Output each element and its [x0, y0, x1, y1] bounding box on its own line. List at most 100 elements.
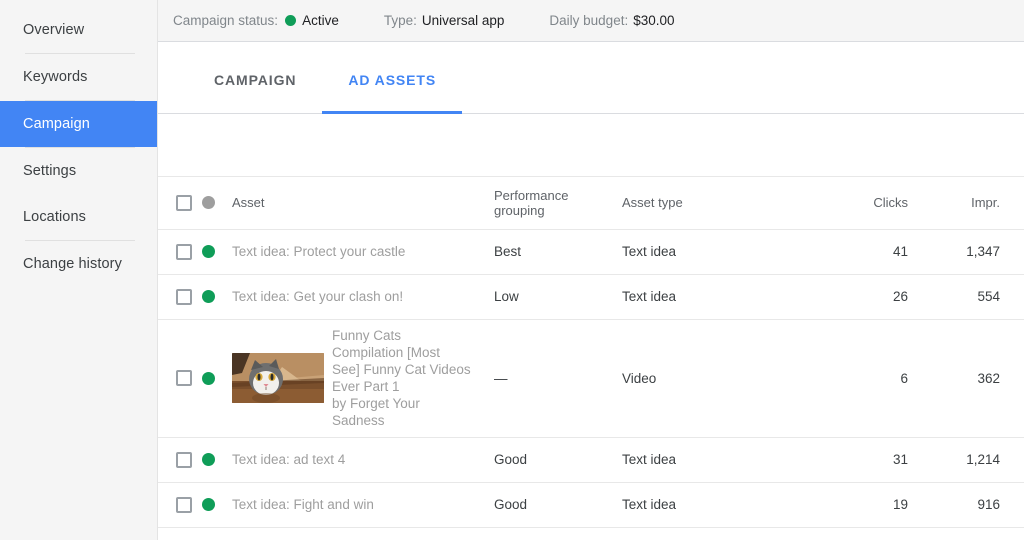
- status-column-header: [202, 177, 232, 229]
- row-checkbox[interactable]: [176, 289, 192, 305]
- daily-budget-value: $30.00: [633, 13, 674, 28]
- sidebar-item-campaign[interactable]: Campaign: [0, 101, 157, 147]
- status-active-dot-icon: [285, 15, 296, 26]
- sidebar-item-label: Locations: [23, 209, 86, 225]
- cell-asset-type: Text idea: [622, 229, 808, 274]
- status-enabled-dot-icon: [202, 245, 215, 258]
- campaign-status-value: Active: [302, 13, 339, 28]
- campaign-type-value: Universal app: [422, 13, 505, 28]
- column-header-line1: Performance: [494, 188, 622, 203]
- column-header-performance-grouping[interactable]: Performance grouping: [494, 177, 622, 229]
- table-toolbar-band: [158, 114, 1024, 177]
- table-row[interactable]: Text idea: Get your clash on! Low Text i…: [158, 274, 1024, 319]
- cell-clicks: 41: [808, 229, 918, 274]
- table-row[interactable]: Text idea: Protect your castle Best Text…: [158, 229, 1024, 274]
- sidebar-navigation: Overview Keywords Campaign Settings Loca…: [0, 0, 158, 540]
- row-select-cell[interactable]: [158, 274, 202, 319]
- cell-impr: 554: [918, 274, 1024, 319]
- daily-budget-label: Daily budget:: [549, 13, 628, 28]
- cell-clicks: 19: [808, 482, 918, 527]
- sidebar-item-locations[interactable]: Locations: [0, 194, 157, 240]
- campaign-type-group: Type: Universal app: [384, 13, 505, 28]
- tab-bar: CAMPAIGN AD ASSETS: [158, 42, 1024, 114]
- sidebar-item-label: Settings: [23, 163, 76, 179]
- column-header-asset[interactable]: Asset: [232, 177, 494, 229]
- sidebar-item-settings[interactable]: Settings: [0, 148, 157, 194]
- table-header: Asset Performance grouping Asset type Cl…: [158, 177, 1024, 229]
- row-select-cell[interactable]: [158, 482, 202, 527]
- status-enabled-dot-icon: [202, 290, 215, 303]
- row-checkbox[interactable]: [176, 370, 192, 386]
- select-all-cell[interactable]: [158, 177, 202, 229]
- thumbnail-image: [232, 353, 324, 403]
- sidebar-item-label: Overview: [23, 22, 84, 38]
- cell-asset: Text idea: Get your clash on!: [232, 274, 494, 319]
- cell-asset-type: Video: [622, 319, 808, 437]
- row-status-cell: [202, 274, 232, 319]
- video-title-line: by Forget Your: [332, 395, 471, 412]
- row-status-cell: [202, 229, 232, 274]
- cell-performance-grouping: Good: [494, 437, 622, 482]
- row-checkbox[interactable]: [176, 244, 192, 260]
- daily-budget-group: Daily budget: $30.00: [549, 13, 674, 28]
- sidebar-item-change-history[interactable]: Change history: [0, 241, 157, 287]
- row-select-cell[interactable]: [158, 319, 202, 437]
- status-enabled-dot-icon: [202, 498, 215, 511]
- select-all-checkbox[interactable]: [176, 195, 192, 211]
- cell-performance-grouping: Best: [494, 229, 622, 274]
- status-enabled-dot-icon: [202, 453, 215, 466]
- table-body: Text idea: Protect your castle Best Text…: [158, 229, 1024, 527]
- cell-performance-grouping: Low: [494, 274, 622, 319]
- column-header-asset-type[interactable]: Asset type: [622, 177, 808, 229]
- cell-clicks: 31: [808, 437, 918, 482]
- sidebar-item-overview[interactable]: Overview: [0, 7, 157, 53]
- column-header-line2: grouping: [494, 203, 622, 218]
- video-title-line: Sadness: [332, 412, 471, 429]
- table-row[interactable]: Text idea: Fight and win Good Text idea …: [158, 482, 1024, 527]
- tab-campaign[interactable]: CAMPAIGN: [188, 42, 322, 113]
- row-checkbox[interactable]: [176, 452, 192, 468]
- cell-performance-grouping: Good: [494, 482, 622, 527]
- status-dot-icon: [202, 196, 215, 209]
- cell-asset: Text idea: Protect your castle: [232, 229, 494, 274]
- cell-asset-type: Text idea: [622, 482, 808, 527]
- status-enabled-dot-icon: [202, 372, 215, 385]
- column-header-clicks[interactable]: Clicks: [808, 177, 918, 229]
- row-checkbox[interactable]: [176, 497, 192, 513]
- cell-clicks: 26: [808, 274, 918, 319]
- sidebar-item-label: Keywords: [23, 69, 87, 85]
- column-header-impr[interactable]: Impr.: [918, 177, 1024, 229]
- table-header-row: Asset Performance grouping Asset type Cl…: [158, 177, 1024, 229]
- row-status-cell: [202, 319, 232, 437]
- campaign-type-label: Type:: [384, 13, 417, 28]
- row-status-cell: [202, 437, 232, 482]
- table-row[interactable]: Text idea: ad text 4 Good Text idea 31 1…: [158, 437, 1024, 482]
- video-asset: Funny Cats Compilation [Most See] Funny …: [232, 327, 494, 429]
- row-select-cell[interactable]: [158, 229, 202, 274]
- cat-video-thumbnail[interactable]: [232, 353, 324, 403]
- tab-label: AD ASSETS: [348, 72, 436, 88]
- ad-assets-page: Overview Keywords Campaign Settings Loca…: [0, 0, 1024, 540]
- cell-asset: Funny Cats Compilation [Most See] Funny …: [232, 319, 494, 437]
- video-title-line: Ever Part 1: [332, 378, 471, 395]
- table-row[interactable]: Funny Cats Compilation [Most See] Funny …: [158, 319, 1024, 437]
- campaign-status-group: Campaign status: Active: [173, 13, 339, 28]
- campaign-status-label: Campaign status:: [173, 13, 278, 28]
- cell-impr: 1,214: [918, 437, 1024, 482]
- sidebar-item-label: Change history: [23, 256, 122, 272]
- row-status-cell: [202, 482, 232, 527]
- cell-impr: 362: [918, 319, 1024, 437]
- cell-performance-grouping: —: [494, 319, 622, 437]
- cell-impr: 916: [918, 482, 1024, 527]
- cell-asset-type: Text idea: [622, 274, 808, 319]
- cell-clicks: 6: [808, 319, 918, 437]
- video-title-line: Compilation [Most: [332, 344, 471, 361]
- cell-asset: Text idea: Fight and win: [232, 482, 494, 527]
- cell-asset: Text idea: ad text 4: [232, 437, 494, 482]
- sidebar-item-label: Campaign: [23, 116, 90, 132]
- row-select-cell[interactable]: [158, 437, 202, 482]
- cell-impr: 1,347: [918, 229, 1024, 274]
- video-title-line: Funny Cats: [332, 327, 471, 344]
- sidebar-item-keywords[interactable]: Keywords: [0, 54, 157, 100]
- tab-ad-assets[interactable]: AD ASSETS: [322, 42, 462, 113]
